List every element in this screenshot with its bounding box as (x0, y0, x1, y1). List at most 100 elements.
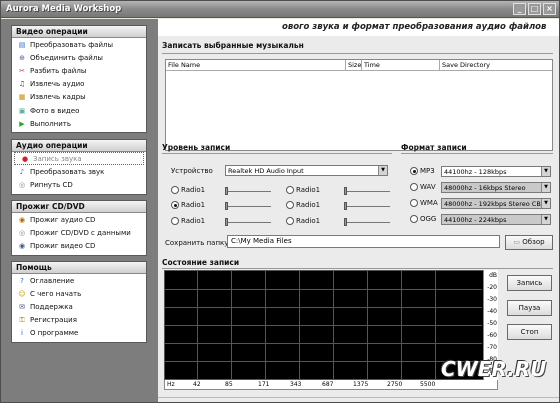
device-select[interactable]: Realtek HD Audio Input ▼ (225, 165, 388, 176)
sidebar-item-video[interactable]: ▤ Преобразовать файлы (12, 38, 146, 51)
format-radio[interactable]: WAV (410, 183, 436, 191)
format-label: OGG (420, 215, 437, 223)
sidebar-item-audio[interactable]: ◎ Рипнуть CD (12, 178, 146, 191)
col-time[interactable]: Time (362, 60, 440, 70)
hz-tick: 85 (225, 381, 233, 388)
sidebar-item-burn[interactable]: ◎ Прожиг CD/DVD с данными (12, 226, 146, 239)
video-cd-icon: ◉ (18, 241, 26, 250)
sidebar-item-label: Регистрация (30, 316, 77, 325)
music-icon: ♫ (18, 80, 26, 89)
col-save-directory[interactable]: Save Directory (440, 60, 552, 70)
level-radio[interactable]: Radio1 (171, 217, 205, 225)
format-quality-select[interactable]: 44100hz - 128kbps ▼ (441, 166, 551, 177)
sidebar-item-help[interactable]: ☺ С чего начать (12, 287, 146, 300)
level-slider[interactable] (344, 218, 390, 226)
sidebar-item-label: С чего начать (30, 289, 82, 298)
level-slider[interactable] (225, 202, 271, 210)
chevron-down-icon[interactable]: ▼ (541, 215, 550, 224)
db-tick: -60 (487, 332, 497, 339)
record-button[interactable]: Запись (507, 275, 552, 291)
db-unit: dB (489, 272, 497, 279)
db-tick: -50 (487, 320, 497, 327)
col-file-name[interactable]: File Name (166, 60, 346, 70)
hz-axis: Hz 42 85 171 343 687 1375 2750 5500 (164, 380, 498, 390)
radio-label: Radio1 (296, 186, 321, 194)
radio-label: Radio1 (181, 186, 206, 194)
sidebar-item-video[interactable]: ▶ Выполнить (12, 117, 146, 130)
status-section-title: Состояние записи (162, 258, 240, 267)
db-tick: -70 (487, 344, 497, 351)
sidebar-item-audio[interactable]: ♪ Преобразовать звук (12, 165, 146, 178)
stop-button[interactable]: Стоп (507, 324, 552, 340)
level-slider[interactable] (225, 218, 271, 226)
folder-icon: ▭ (513, 238, 521, 246)
window-title: Aurora Media Workshop (6, 4, 122, 14)
help-icon: ? (20, 276, 24, 285)
pause-button[interactable]: Пауза (507, 300, 552, 316)
level-slider[interactable] (225, 187, 271, 195)
format-quality-select[interactable]: 44100hz - 224kbps ▼ (441, 214, 551, 225)
sidebar-item-label: Разбить файлы (30, 66, 87, 75)
format-radio[interactable]: OGG (410, 215, 436, 223)
hz-tick: 687 (322, 381, 334, 388)
sidebar-item-label: О программе (30, 329, 79, 338)
sidebar-item-video[interactable]: ✂ Разбить файлы (12, 64, 146, 77)
burn-panel: Прожиг CD/DVD ◉ Прожиг аудио CD ◎ Прожиг CD… (11, 200, 147, 256)
sidebar-item-audio[interactable]: ● Запись звука (14, 152, 144, 166)
close-button[interactable]: × (543, 3, 556, 15)
sidebar-item-help[interactable]: i О программе (12, 327, 146, 340)
level-radio[interactable]: Radio1 (286, 217, 320, 225)
sidebar-item-video[interactable]: ⊕ Объединить файлы (12, 51, 146, 64)
hz-tick: 343 (290, 381, 302, 388)
sidebar-item-burn[interactable]: ◉ Прожиг видео CD (12, 239, 146, 252)
sidebar-item-label: Поддержка (30, 302, 73, 311)
chevron-down-icon[interactable]: ▼ (541, 183, 550, 192)
browse-button[interactable]: ▭ Обзор (505, 235, 553, 250)
sidebar-item-video[interactable]: ▣ Фото в видео (12, 104, 146, 117)
level-radio[interactable]: Radio1 (171, 186, 205, 194)
disc-data-icon: ◎ (18, 228, 26, 237)
level-radio[interactable]: Radio1 (286, 186, 320, 194)
hz-tick: 1375 (353, 381, 369, 388)
maximize-button[interactable]: □ (528, 3, 541, 15)
save-folder-label: Сохранить папку (165, 239, 229, 247)
support-icon: ✉ (19, 302, 25, 311)
sidebar-item-video[interactable]: ▦ Извлечь кадры (12, 91, 146, 104)
minimize-button[interactable]: _ (513, 3, 526, 15)
level-radio[interactable]: Radio1 (171, 201, 205, 209)
audio-panel-title: Аудио операции (12, 140, 146, 152)
sidebar-item-video[interactable]: ♫ Извлечь аудио (12, 78, 146, 91)
watermark: CWER.RU (441, 357, 547, 381)
chevron-down-icon[interactable]: ▼ (378, 166, 387, 175)
format-radio[interactable]: WMA (410, 199, 438, 207)
sidebar-item-label: Преобразовать звук (30, 167, 105, 176)
db-tick: -40 (487, 308, 497, 315)
sidebar-item-label: Прожиг аудио CD (30, 215, 96, 224)
radio-label: Radio1 (181, 201, 206, 209)
col-size[interactable]: Size (346, 60, 362, 70)
chevron-down-icon[interactable]: ▼ (541, 167, 550, 176)
sidebar-item-label: Извлечь аудио (30, 80, 85, 89)
save-folder-field[interactable]: C:\My Media Files (227, 235, 500, 248)
level-slider[interactable] (344, 187, 390, 195)
level-slider[interactable] (344, 202, 390, 210)
file-list[interactable]: File Name Size Time Save Directory (165, 59, 553, 151)
format-quality-select[interactable]: 48000hz - 192kbps Stereo CB ▼ (441, 198, 551, 209)
sidebar-item-help[interactable]: ✉ Поддержка (12, 300, 146, 313)
video-panel: Видео операции ▤ Преобразовать файлы ⊕ Объе… (11, 25, 147, 133)
format-radio[interactable]: MP3 (410, 167, 435, 175)
frames-icon: ▦ (18, 93, 26, 102)
format-quality-select[interactable]: 48000hz - 16kbps Stereo ▼ (441, 182, 551, 193)
chevron-down-icon[interactable]: ▼ (541, 199, 550, 208)
sidebar-item-label: Прожиг CD/DVD с данными (30, 228, 131, 237)
level-radio[interactable]: Radio1 (286, 201, 320, 209)
split-icon: ✂ (19, 66, 25, 75)
sidebar: Видео операции ▤ Преобразовать файлы ⊕ Объе… (1, 19, 158, 402)
video-panel-title: Видео операции (12, 26, 146, 38)
sidebar-item-help[interactable]: ⚿ Регистрация (12, 314, 146, 327)
hz-tick: 171 (258, 381, 270, 388)
sidebar-item-help[interactable]: ? Оглавление (12, 274, 146, 287)
sidebar-item-burn[interactable]: ◉ Прожиг аудио CD (12, 213, 146, 226)
audio-panel: Аудио операции ● Запись звука ♪ Преобразова… (11, 139, 147, 195)
sidebar-item-label: Прожиг видео CD (30, 241, 96, 250)
